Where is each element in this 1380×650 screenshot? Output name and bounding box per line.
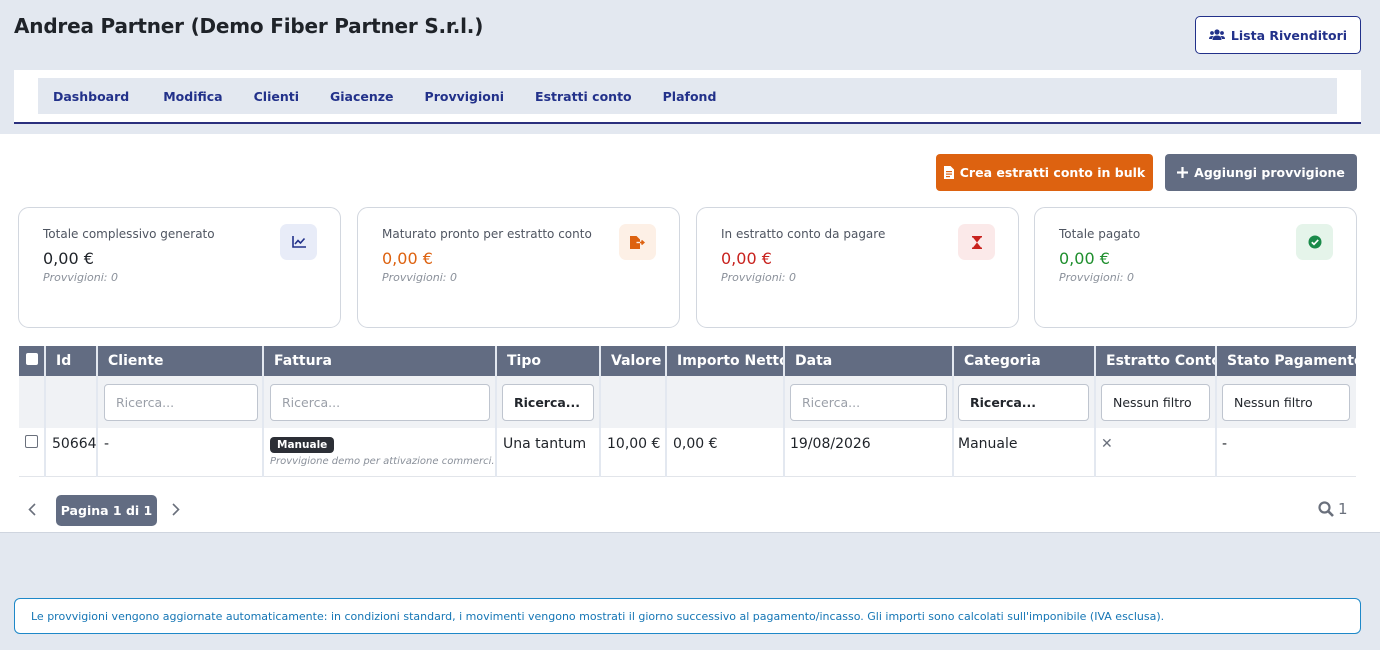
tab-provvigioni[interactable]: Provvigioni [425,89,505,104]
column-divider [783,346,785,477]
column-header-categoria[interactable]: Categoria [954,346,1094,376]
card-label: Maturato pronto per estratto conto [382,227,592,241]
column-divider [96,346,98,477]
select-all-checkbox[interactable] [26,353,38,365]
card-label: Totale pagato [1059,227,1141,241]
result-count: 1 [1318,500,1348,518]
aggiungi-provvigione-button[interactable]: Aggiungi provvigione [1165,154,1357,191]
cell-importo-netto: 0,00 € [667,428,783,477]
column-header-importo-netto[interactable]: Importo Netto [667,346,783,376]
column-divider [665,346,667,477]
card-label: In estratto conto da pagare [721,227,886,241]
card-sub: Provvigioni: 0 [382,271,457,284]
card-amount: 0,00 € [43,249,94,268]
file-export-icon [619,224,656,260]
pagination-next-button[interactable] [172,501,180,520]
column-divider [952,346,954,477]
card-totale-generato: Totale complessivo generato 0,00 € Provv… [18,207,341,328]
card-da-pagare: In estratto conto da pagare 0,00 € Provv… [696,207,1019,328]
cell-data: 19/08/2026 [785,428,952,477]
aggiungi-provvigione-label: Aggiungi provvigione [1194,165,1345,180]
tab-modifica[interactable]: Modifica [163,89,222,104]
pagination-current-page[interactable]: Pagina 1 di 1 [56,495,157,526]
chart-line-icon [280,224,317,260]
column-header-valore[interactable]: Valore [601,346,665,376]
card-label: Totale complessivo generato [43,227,215,241]
fattura-badge: Manuale [270,437,335,453]
chevron-left-icon [28,503,36,516]
column-header-tipo[interactable]: Tipo [497,346,599,376]
plus-icon [1177,167,1189,178]
nav-tabs: Dashboard Modifica Clienti Giacenze Prov… [38,78,1337,114]
card-amount: 0,00 € [1059,249,1110,268]
column-divider [599,346,601,477]
cell-tipo: Una tantum [497,428,599,477]
filter-stato-pagamento-select[interactable]: Nessun filtro [1222,384,1350,421]
card-sub: Provvigioni: 0 [721,271,796,284]
column-divider [495,346,497,477]
tab-plafond[interactable]: Plafond [663,89,717,104]
result-count-value: 1 [1338,500,1348,518]
close-icon: ✕ [1096,428,1215,477]
crea-estratti-bulk-label: Crea estratti conto in bulk [959,165,1146,180]
file-invoice-icon [943,166,954,179]
column-header-id[interactable]: Id [46,346,96,376]
row-checkbox[interactable] [25,435,38,448]
nav-bar: Dashboard Modifica Clienti Giacenze Prov… [14,70,1361,124]
users-icon [1208,29,1225,40]
cell-id: 50664 [46,428,96,477]
column-header-stato-pagamento[interactable]: Stato Pagamento [1217,346,1356,376]
column-divider [1094,346,1096,477]
column-header-data[interactable]: Data [785,346,952,376]
tab-estratti-conto[interactable]: Estratti conto [535,89,632,104]
cell-categoria: Manuale [954,428,1094,477]
tab-clienti[interactable]: Clienti [254,89,299,104]
filter-data-input[interactable]: Ricerca... [790,384,947,421]
tab-giacenze[interactable]: Giacenze [330,89,394,104]
chevron-right-icon [172,503,180,516]
filter-estratto-conto-select[interactable]: Nessun filtro [1101,384,1210,421]
fattura-description: Provvigione demo per attivazione commerc… [270,456,495,467]
cell-fattura: Manuale Provvigione demo per attivazione… [264,428,495,477]
filter-tipo-select[interactable]: Ricerca... [502,384,594,421]
hourglass-icon [958,224,995,260]
row-select-cell [19,428,44,477]
card-sub: Provvigioni: 0 [43,271,118,284]
column-header-estratto-conto[interactable]: Estratto Conto [1096,346,1215,376]
crea-estratti-bulk-button[interactable]: Crea estratti conto in bulk [936,154,1153,191]
card-maturato: Maturato pronto per estratto conto 0,00 … [357,207,680,328]
pagination-prev-button[interactable] [28,501,36,520]
filter-fattura-input[interactable]: Ricerca... [270,384,490,421]
lista-rivenditori-button[interactable]: Lista Rivenditori [1195,16,1361,54]
column-divider [1215,346,1217,477]
tab-dashboard[interactable]: Dashboard [53,89,129,104]
card-amount: 0,00 € [721,249,772,268]
card-sub: Provvigioni: 0 [1059,271,1134,284]
page-title: Andrea Partner (Demo Fiber Partner S.r.l… [14,14,484,38]
column-header-cliente[interactable]: Cliente [98,346,262,376]
check-circle-icon [1296,224,1333,260]
header-select-all [19,346,44,376]
filter-cliente-input[interactable]: Ricerca... [104,384,258,421]
column-header-fattura[interactable]: Fattura [264,346,495,376]
info-alert: Le provvigioni vengono aggiornate automa… [14,598,1361,634]
cell-valore: 10,00 € [601,428,665,477]
card-totale-pagato: Totale pagato 0,00 € Provvigioni: 0 [1034,207,1357,328]
lista-rivenditori-label: Lista Rivenditori [1230,27,1348,43]
main-content: Crea estratti conto in bulk Aggiungi pro… [0,134,1380,533]
column-divider [44,346,46,477]
filter-categoria-select[interactable]: Ricerca... [958,384,1089,421]
column-divider [262,346,264,477]
cell-cliente: - [98,428,262,477]
cell-stato-pagamento: - [1217,428,1356,477]
card-amount: 0,00 € [382,249,433,268]
search-icon [1318,501,1334,517]
